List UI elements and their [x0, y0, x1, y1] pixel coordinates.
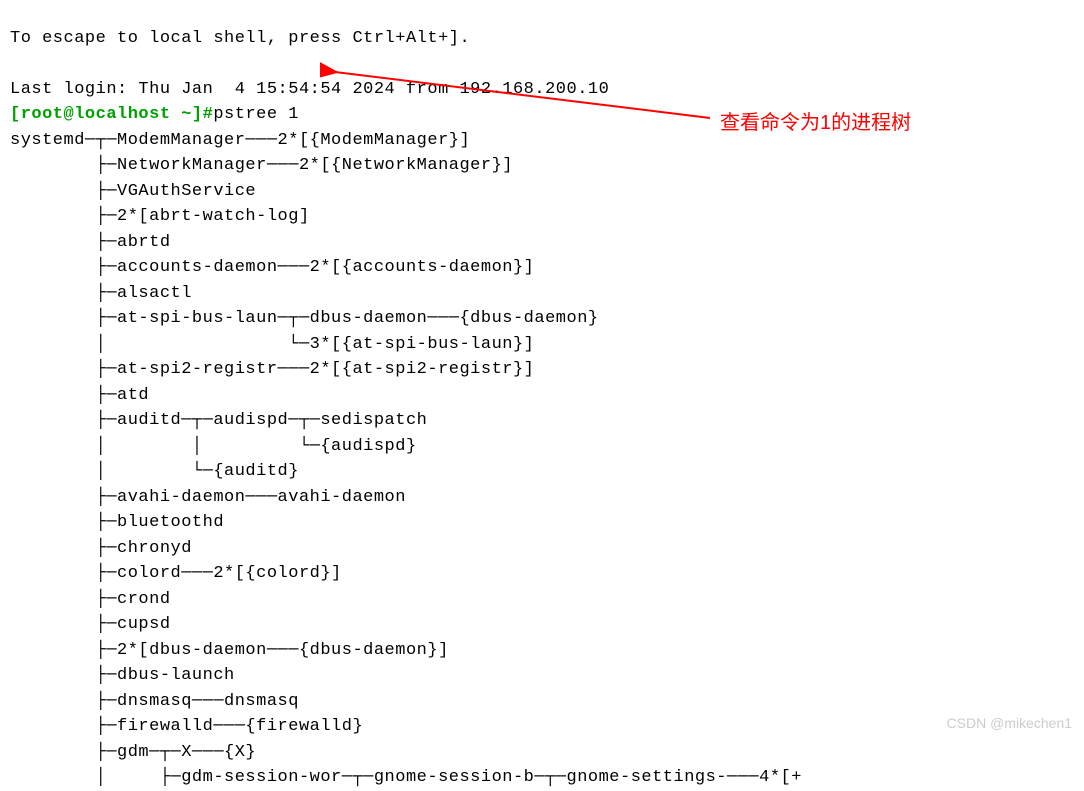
command-text: pstree 1 — [213, 105, 299, 124]
tree-line: ├─NetworkManager───2*[{NetworkManager}] — [10, 156, 513, 175]
shell-prompt: [root@localhost ~]# — [10, 105, 213, 124]
tree-line: ├─dnsmasq───dnsmasq — [10, 692, 299, 711]
annotation-label: 查看命令为1的进程树 — [720, 108, 911, 138]
tree-line: ├─atd — [10, 386, 149, 405]
tree-line: ├─gdm─┬─X───{X} — [10, 743, 256, 762]
tree-line: ├─dbus-launch — [10, 666, 235, 685]
tree-line: ├─at-spi2-registr───2*[{at-spi2-registr}… — [10, 360, 534, 379]
tree-line: ├─cupsd — [10, 615, 171, 634]
escape-hint: To escape to local shell, press Ctrl+Alt… — [10, 29, 470, 48]
tree-line: ├─VGAuthService — [10, 182, 256, 201]
last-login-line: Last login: Thu Jan 4 15:54:54 2024 from… — [10, 80, 609, 99]
tree-line: │ └─{auditd} — [10, 462, 299, 481]
tree-line: │ │ └─{audispd} — [10, 437, 417, 456]
tree-line: ├─auditd─┬─audispd─┬─sedispatch — [10, 411, 427, 430]
tree-line: │ └─3*[{at-spi-bus-laun}] — [10, 335, 534, 354]
tree-line: ├─abrtd — [10, 233, 171, 252]
tree-line: ├─alsactl — [10, 284, 192, 303]
tree-line: ├─2*[abrt-watch-log] — [10, 207, 310, 226]
terminal-output[interactable]: To escape to local shell, press Ctrl+Alt… — [0, 0, 1084, 791]
tree-line: ├─at-spi-bus-laun─┬─dbus-daemon───{dbus-… — [10, 309, 599, 328]
tree-line: ├─avahi-daemon───avahi-daemon — [10, 488, 406, 507]
watermark-text: CSDN @mikechen1 — [947, 713, 1072, 734]
tree-line: ├─bluetoothd — [10, 513, 224, 532]
tree-line: ├─2*[dbus-daemon───{dbus-daemon}] — [10, 641, 449, 660]
tree-line: ├─firewalld───{firewalld} — [10, 717, 363, 736]
tree-line: ├─crond — [10, 590, 171, 609]
tree-line: ├─accounts-daemon───2*[{accounts-daemon}… — [10, 258, 534, 277]
tree-line: ├─chronyd — [10, 539, 192, 558]
tree-line: systemd─┬─ModemManager───2*[{ModemManage… — [10, 131, 470, 150]
tree-line: ├─colord───2*[{colord}] — [10, 564, 342, 583]
tree-line: │ ├─gdm-session-wor─┬─gnome-session-b─┬─… — [10, 768, 802, 787]
